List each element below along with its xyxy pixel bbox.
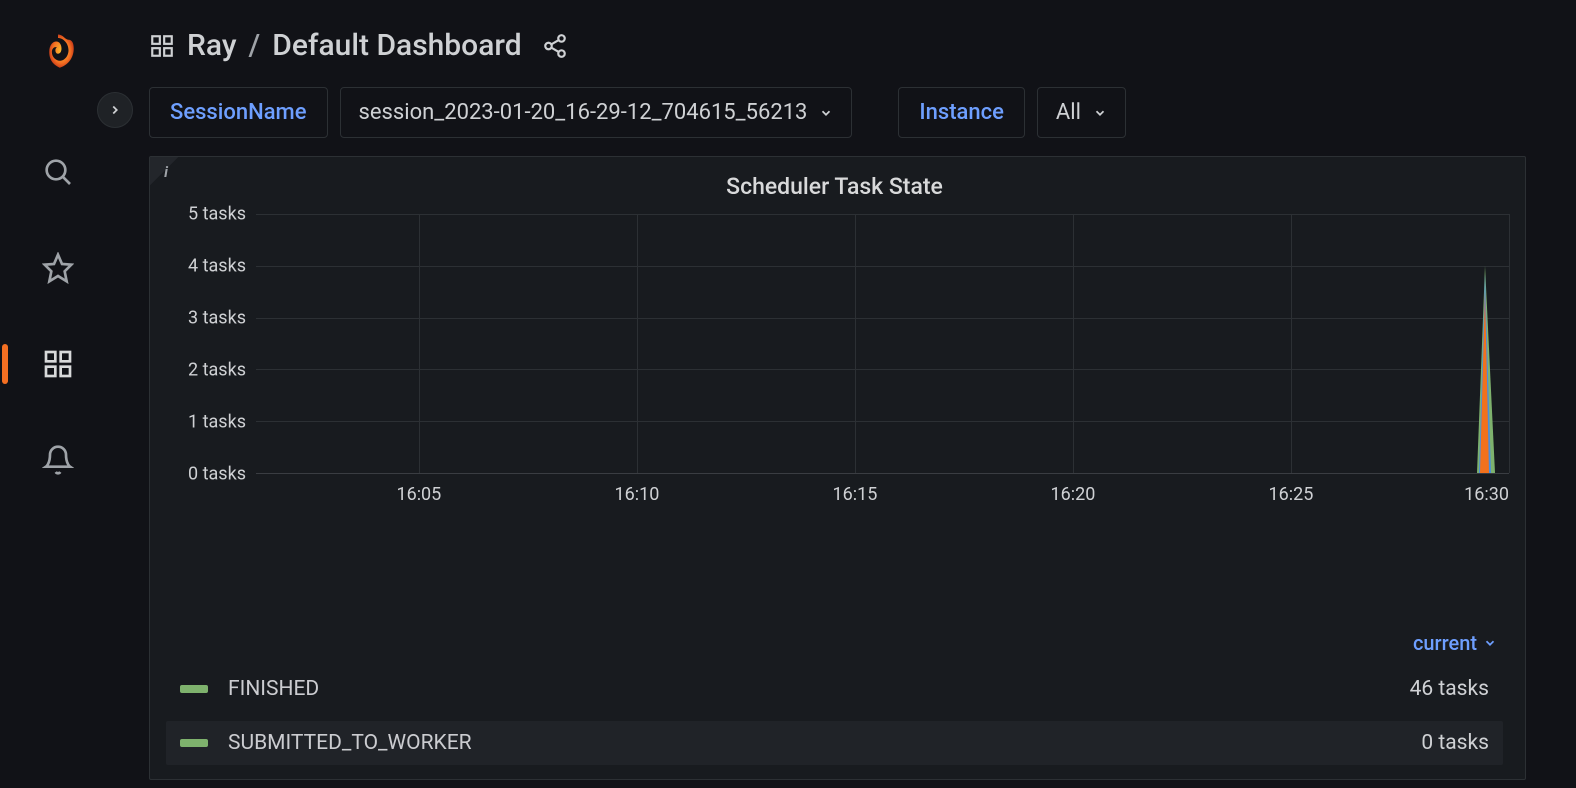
chevron-down-icon xyxy=(1093,106,1107,120)
x-tick: 16:10 xyxy=(614,484,659,505)
y-tick: 3 tasks xyxy=(188,308,246,329)
legend-header: current xyxy=(160,625,1509,663)
panel-info-icon[interactable]: i xyxy=(150,157,178,185)
search-icon[interactable] xyxy=(38,152,78,192)
legend-name: SUBMITTED_TO_WORKER xyxy=(228,731,472,755)
legend-name: FINISHED xyxy=(228,677,319,701)
session-name-dropdown[interactable]: session_2023-01-20_16-29-12_704615_56213 xyxy=(340,87,853,138)
alerting-icon[interactable] xyxy=(38,440,78,480)
chart-spike xyxy=(1429,214,1509,473)
instance-value: All xyxy=(1056,100,1081,125)
grid xyxy=(256,214,1509,474)
y-tick: 0 tasks xyxy=(188,464,246,485)
y-tick: 4 tasks xyxy=(188,256,246,277)
y-tick: 2 tasks xyxy=(188,360,246,381)
legend-swatch xyxy=(180,685,208,693)
chevron-down-icon xyxy=(819,106,833,120)
star-icon[interactable] xyxy=(38,248,78,288)
x-axis: 16:05 16:10 16:15 16:20 16:25 16:30 xyxy=(256,474,1509,520)
panel-title: Scheduler Task State xyxy=(160,163,1509,214)
x-tick: 16:25 xyxy=(1269,484,1314,505)
session-name-label: SessionName xyxy=(149,87,328,138)
grafana-logo[interactable] xyxy=(34,28,82,76)
legend-row[interactable]: FINISHED 46 tasks xyxy=(166,667,1503,711)
breadcrumb-dashboard[interactable]: Default Dashboard xyxy=(272,28,521,63)
dashboards-small-icon[interactable] xyxy=(149,33,175,59)
expand-sidebar-button[interactable] xyxy=(97,92,133,128)
scheduler-task-state-panel: i Scheduler Task State 5 tasks 4 tasks 3… xyxy=(149,156,1526,780)
instance-label: Instance xyxy=(898,87,1025,138)
legend-swatch xyxy=(180,739,208,747)
main-content: Ray / Default Dashboard SessionName sess… xyxy=(115,0,1576,788)
y-tick: 5 tasks xyxy=(188,204,246,225)
x-tick: 16:20 xyxy=(1051,484,1096,505)
chevron-down-icon xyxy=(1483,631,1497,655)
legend-row[interactable]: SUBMITTED_TO_WORKER 0 tasks xyxy=(166,721,1503,765)
x-tick: 16:15 xyxy=(833,484,878,505)
legend-value: 0 tasks xyxy=(1421,731,1489,755)
x-tick: 16:30 xyxy=(1464,484,1509,505)
legend-sort-button[interactable]: current xyxy=(1413,631,1497,655)
instance-dropdown[interactable]: All xyxy=(1037,87,1126,138)
plot-area[interactable]: 5 tasks 4 tasks 3 tasks 2 tasks 1 tasks … xyxy=(160,214,1509,474)
x-tick: 16:05 xyxy=(396,484,441,505)
variable-row: SessionName session_2023-01-20_16-29-12_… xyxy=(149,87,1526,138)
legend-sort-label: current xyxy=(1413,631,1477,655)
sidebar xyxy=(0,0,115,788)
share-icon[interactable] xyxy=(542,33,568,59)
breadcrumb: Ray / Default Dashboard xyxy=(149,28,1526,63)
legend: FINISHED 46 tasks SUBMITTED_TO_WORKER 0 … xyxy=(160,663,1509,771)
legend-value: 46 tasks xyxy=(1410,677,1489,701)
dashboards-icon[interactable] xyxy=(38,344,78,384)
breadcrumb-separator: / xyxy=(249,28,261,63)
chart: 5 tasks 4 tasks 3 tasks 2 tasks 1 tasks … xyxy=(160,214,1509,625)
breadcrumb-app[interactable]: Ray xyxy=(187,28,237,63)
y-tick: 1 tasks xyxy=(188,412,246,433)
y-axis: 5 tasks 4 tasks 3 tasks 2 tasks 1 tasks … xyxy=(160,214,256,474)
session-name-value: session_2023-01-20_16-29-12_704615_56213 xyxy=(359,100,808,125)
